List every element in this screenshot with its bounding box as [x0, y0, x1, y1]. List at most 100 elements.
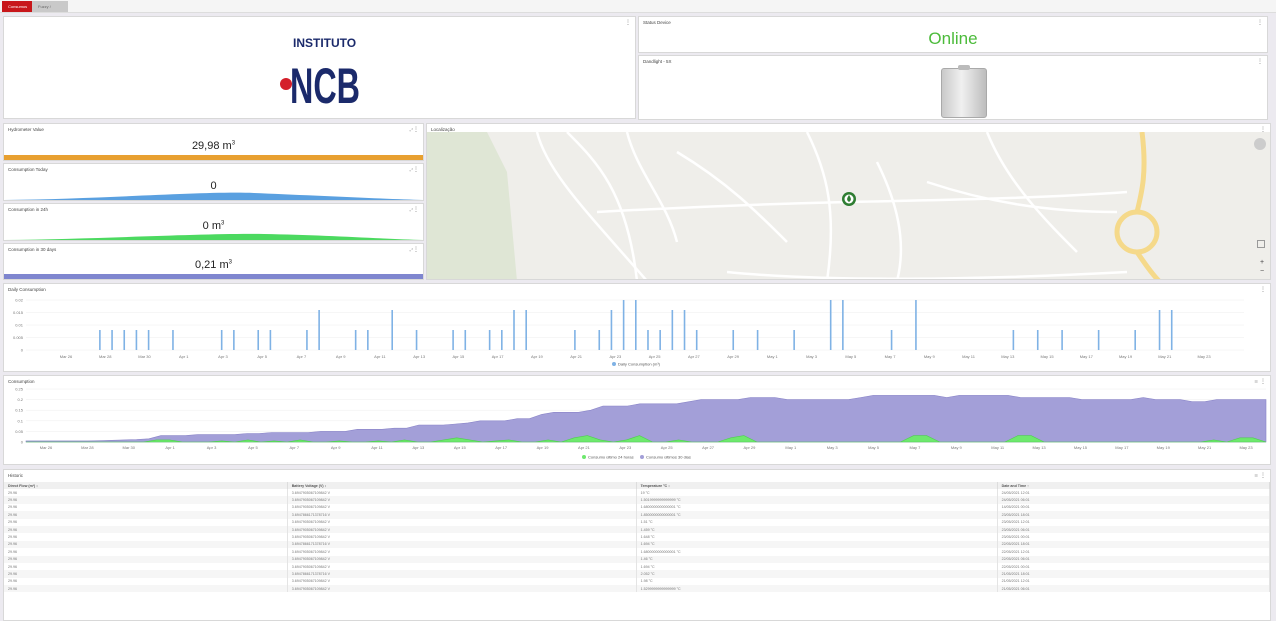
x-tick-label: May 23	[1197, 354, 1211, 359]
x-tick-label: Apr 13	[413, 354, 426, 359]
x-tick-label: May 7	[910, 445, 922, 450]
bar	[610, 310, 613, 350]
map-canvas[interactable]	[427, 132, 1271, 280]
map-zoom-in-button[interactable]: +	[1257, 258, 1267, 267]
bar	[501, 330, 503, 350]
bar	[220, 330, 223, 350]
x-tick-label: Apr 25	[649, 354, 662, 359]
bar	[683, 310, 686, 350]
consumption-30d-value: 0,21 m3	[195, 259, 232, 271]
column-header-temperature[interactable]: Temperature °C ↕	[636, 482, 998, 489]
table-cell: 29.96	[4, 525, 288, 534]
table-cell: 14/05/2021 00:01	[997, 503, 1270, 512]
tab-fuzzy-relige[interactable]: Fuzzy / Relige	[32, 1, 68, 20]
historic-table: Direct Flow (m³) ↕ Battery Voltage (V) ↕…	[4, 482, 1270, 593]
x-tick-label: May 9	[924, 354, 936, 359]
x-tick-label: Apr 25	[661, 445, 674, 450]
table-row: 29.96 3.6947866171378716 V 1.694 °C 22/05/2…	[4, 540, 1270, 549]
table-cell: 22/05/2021 12:01	[997, 548, 1270, 556]
table-cell: 3.6947905067109842 V	[287, 525, 637, 534]
table-cell: 29.96	[4, 540, 288, 549]
bar	[135, 330, 138, 350]
table-cell: 29.96	[4, 518, 288, 526]
panel-title: Consumption in 24h	[8, 207, 49, 212]
x-tick-label: May 15	[1040, 354, 1054, 359]
x-tick-label: Apr 21	[578, 445, 591, 450]
column-header-direct-flow[interactable]: Direct Flow (m³) ↕	[4, 482, 288, 489]
map-zoom-out-button[interactable]: −	[1257, 267, 1267, 276]
panel-menu-icon[interactable]: ⋮	[413, 206, 419, 213]
bar	[1012, 330, 1015, 350]
bar	[829, 300, 832, 350]
y-tick-label: 0	[21, 440, 24, 445]
x-tick-label: Apr 5	[257, 354, 267, 359]
table-cell: 29.96	[4, 562, 288, 571]
map-layers-icon[interactable]	[1254, 138, 1266, 150]
bar	[147, 330, 150, 350]
column-header-date-time[interactable]: Date and Time ↑	[997, 482, 1270, 489]
bar	[525, 310, 527, 350]
consumption-24h-panel: Consumption in 24h ⤢ ⋮ 0 m3	[3, 203, 424, 241]
table-cell: 1.5299999999999999 °C	[636, 585, 998, 593]
panel-menu-icon[interactable]: ⋮	[413, 166, 419, 173]
table-cell: 1.98 °C	[636, 577, 998, 586]
bar	[915, 300, 917, 350]
consumption-30d-panel: Consumption in 30 days ⤢ ⋮ 0,21 m3	[3, 243, 424, 280]
table-cell: 29.96	[4, 555, 288, 563]
x-tick-label: Mar 26	[40, 445, 53, 450]
bar	[1097, 330, 1100, 350]
x-tick-label: Apr 29	[744, 445, 757, 450]
table-cell: 22/05/2021 06:01	[997, 555, 1270, 563]
bar	[233, 330, 235, 350]
x-tick-label: Apr 5	[248, 445, 258, 450]
column-header-battery-voltage[interactable]: Battery Voltage (V) ↕	[287, 482, 637, 489]
bar	[318, 310, 320, 350]
panel-menu-icon[interactable]: ⋮	[1257, 58, 1263, 65]
x-tick-label: May 11	[962, 354, 976, 359]
x-tick-label: Apr 15	[454, 445, 467, 450]
x-tick-label: May 19	[1157, 445, 1171, 450]
table-cell: 3.6947905067109842 V	[287, 555, 637, 563]
x-tick-label: May 9	[951, 445, 963, 450]
logo-top-text: INSTITUTO	[293, 36, 356, 50]
bar	[354, 330, 357, 350]
bar	[793, 330, 795, 350]
panel-menu-icon[interactable]: ⋮	[625, 19, 631, 26]
table-row: 29.96 3.6947905067109842 V 1.5299999999999…	[4, 585, 1270, 593]
x-tick-label: Apr 11	[374, 354, 386, 359]
table-cell: 19 °C	[636, 489, 998, 497]
table-row: 29.96 3.6947905067109842 V 1.51 °C 23/05/20…	[4, 518, 1270, 526]
table-cell: 3.6947905067109842 V	[287, 585, 637, 593]
table-cell: 29.96	[4, 489, 288, 497]
table-cell: 24/05/2021 06:01	[997, 496, 1270, 504]
hydrometer-bar	[4, 155, 423, 160]
bar	[99, 330, 101, 350]
x-tick-label: May 23	[1239, 445, 1253, 450]
x-tick-label: May 1	[785, 445, 797, 450]
table-menu-icon[interactable]: ☰	[1254, 473, 1258, 478]
logo-main-text: NCB	[290, 58, 360, 114]
y-tick-label: 0.015	[13, 310, 24, 315]
y-tick-label: 0.02	[15, 298, 24, 303]
map-zoom-controls: + −	[1257, 258, 1267, 278]
table-cell: 24/05/2021 12:01	[997, 489, 1270, 497]
panel-menu-icon[interactable]: ⋮	[1260, 472, 1266, 479]
panel-menu-icon[interactable]: ⋮	[413, 246, 419, 253]
consumption-panel: Consumption ☰ ⋮ 0.25 0.2 0.15 0.1 0.05 0 Mar 2…	[3, 375, 1271, 465]
bar	[695, 330, 698, 350]
x-tick-label: Apr 9	[336, 354, 346, 359]
panel-menu-icon[interactable]: ⋮	[1257, 19, 1263, 26]
bar	[1134, 330, 1136, 350]
map-panel: Localização ⋮ + −	[426, 123, 1271, 280]
panel-menu-icon[interactable]: ⋮	[413, 126, 419, 133]
x-tick-label: Apr 3	[218, 354, 228, 359]
table-cell: 3.6947905067109842 V	[287, 496, 637, 504]
table-cell: 1.694 °C	[636, 540, 998, 549]
map-fullscreen-icon[interactable]	[1257, 240, 1265, 248]
logo-panel: ⋮ INSTITUTO NCB	[3, 16, 636, 119]
y-tick-label: 0.2	[17, 397, 23, 402]
x-tick-label: Apr 1	[179, 354, 189, 359]
x-tick-label: May 3	[827, 445, 839, 450]
bar	[1061, 330, 1063, 350]
hydrometer-value: 29,98 m3	[191, 140, 236, 152]
